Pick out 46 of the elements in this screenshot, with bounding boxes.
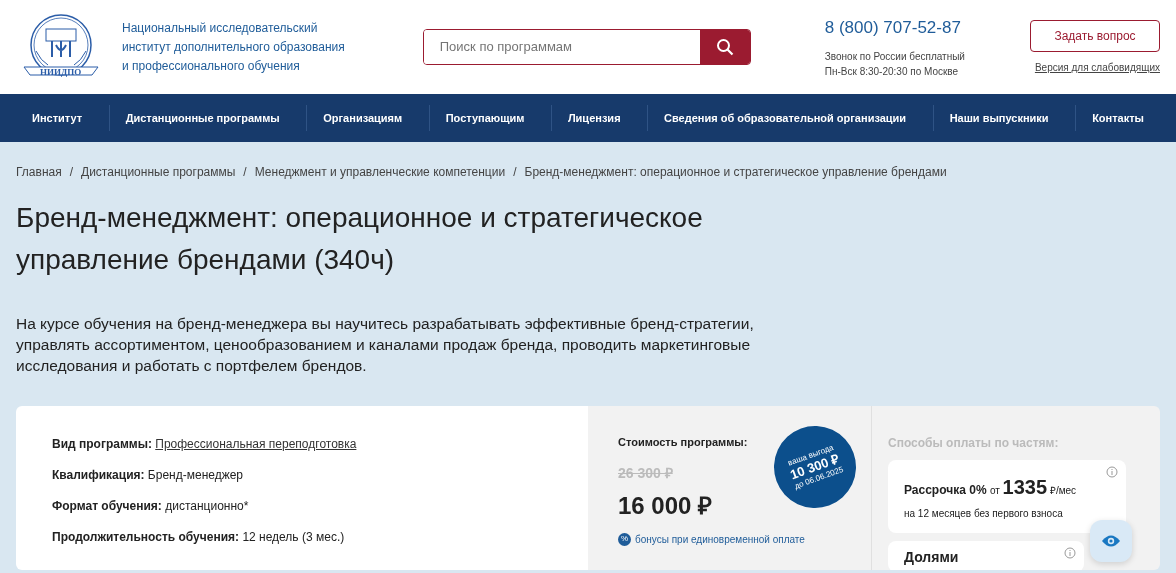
phone-number[interactable]: 8 (800) 707-52-87 xyxy=(824,15,965,41)
page-title: Бренд-менеджмент: операционное и стратегическое управление брендами (340ч) xyxy=(16,201,704,277)
payment-option-name: Рассрочка 0% от 1335₽/мес xyxy=(904,475,1078,500)
detail-row-text: Квалификация: Бренд-менеджер xyxy=(52,468,245,483)
search-field[interactable]: Поиск по программам xyxy=(422,29,751,65)
phone-note: Звонок по России бесплатный xyxy=(824,49,965,64)
course-description: На курсе обучения на бренд-менеджера вы научитесь разрабатывать эффективные бренд-стратегии, управлять ассортиментом, ценообразованием и каналами продаж бренда, проводить маркетинговые исследования и работать с портфелем брендов. xyxy=(16,314,755,376)
current-price: 16 000 ₽ xyxy=(618,490,714,521)
program-type-link[interactable]: Профессиональная переподготовка xyxy=(155,437,357,451)
detail-row-text: Вид программы: Профессиональная переподготовка xyxy=(52,437,358,452)
ask-question-button[interactable]: Задать вопрос xyxy=(1030,19,1160,52)
payment-option-card[interactable]: Долями xyxy=(888,541,1084,570)
bonus-text[interactable]: бонусы при единовременной оплате xyxy=(635,531,805,547)
nav-link[interactable]: Организациям xyxy=(306,105,419,131)
breadcrumb-separator: / xyxy=(69,164,74,181)
org-name-line: институт дополнительного образования xyxy=(122,38,345,56)
org-name-line: и профессионального обучения xyxy=(122,57,301,75)
info-icon[interactable] xyxy=(1064,547,1076,559)
breadcrumb-separator: / xyxy=(243,164,247,181)
nav-link[interactable]: Сведения об образовательной организации xyxy=(647,105,923,131)
breadcrumb-link[interactable]: Главная xyxy=(16,163,62,181)
detail-row-text: Продолжительность обучения: 12 недель (3 мес.) xyxy=(52,530,346,545)
nav-link[interactable]: Институт xyxy=(16,105,99,131)
nav-link[interactable]: Поступающим xyxy=(428,105,541,131)
percent-icon: % xyxy=(618,532,631,546)
breadcrumb-link[interactable]: Менеджмент и управленческие компетенции xyxy=(254,163,506,181)
payment-option-card[interactable]: Рассрочка 0% от 1335₽/мес на 12 месяцев без первого взноса xyxy=(888,460,1126,533)
breadcrumb-separator: / xyxy=(513,164,517,181)
nav-link[interactable]: Наши выпускники xyxy=(932,105,1065,131)
eye-icon xyxy=(1101,534,1121,548)
search-icon xyxy=(715,38,734,56)
info-icon[interactable] xyxy=(1106,466,1118,478)
accessibility-button[interactable] xyxy=(1090,520,1132,562)
accessibility-link[interactable]: Версия для слабовидящих xyxy=(1034,59,1160,75)
nav-link[interactable]: Дистанционные программы xyxy=(108,105,296,131)
payment-option-name: Долями xyxy=(904,548,960,567)
detail-row-text: Формат обучения: дистанционно* xyxy=(52,499,250,514)
nav-link[interactable]: Лицензия xyxy=(550,105,637,131)
payment-option-note: на 12 месяцев без первого взноса xyxy=(904,507,1064,521)
org-name-line: Национальный исследовательский xyxy=(122,19,319,37)
search-button[interactable] xyxy=(699,30,750,64)
breadcrumb-link[interactable]: Дистанционные программы xyxy=(81,163,236,181)
breadcrumb-current: Бренд-менеджмент: операционное и стратегическое управление брендами xyxy=(524,164,947,181)
logo-caption: НИИДПО xyxy=(40,66,82,79)
nav-link[interactable]: Контакты xyxy=(1075,105,1160,131)
phone-note: Пн-Вск 8:30-20:30 по Москве xyxy=(824,64,960,79)
